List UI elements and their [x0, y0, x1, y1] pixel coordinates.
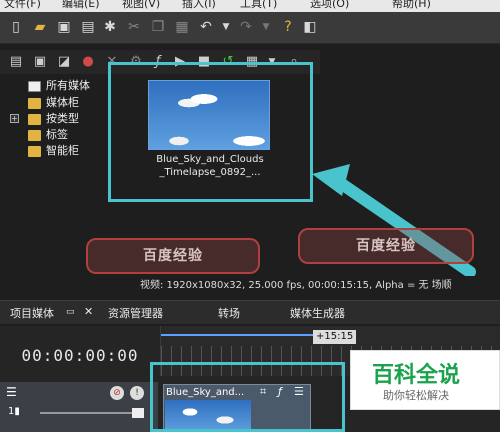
window-tabs: 项目媒体 ▭ ✕ 资源管理器 转场 媒体生成器 [0, 300, 500, 324]
open-folder-icon[interactable]: ▰ [32, 18, 48, 36]
badge-subtitle: 助你轻松解决 [383, 389, 449, 402]
save-icon[interactable]: ▣ [56, 18, 72, 36]
undo-dropdown-icon[interactable]: ▼ [218, 18, 234, 36]
capture-icon[interactable]: ▣ [32, 54, 48, 70]
watermark-pill: 百度经验 [298, 228, 474, 264]
clip-highlight-box [150, 362, 345, 432]
timecode-display: 00:00:00:00 [21, 346, 139, 365]
folder-icon [28, 98, 41, 109]
settings-gear-icon[interactable]: ✱ [102, 18, 118, 36]
baike-badge: 百科全说 助你轻松解决 [350, 350, 500, 410]
redo-dropdown-icon[interactable]: ▼ [258, 18, 274, 36]
media-status-line: 视频: 1920x1080x32, 25.000 fps, 00:00:15:1… [140, 276, 500, 292]
import-media-icon[interactable]: ▤ [8, 54, 24, 70]
main-toolbar: ▯ ▰ ▣ ▤ ✱ ✂ ❐ ▦ ↶ ▼ ↷ ▼ ? ◧ [0, 12, 500, 44]
tab-media-generators[interactable]: 媒体生成器 [290, 305, 345, 321]
folder-icon [28, 114, 41, 125]
media-thumbnail[interactable] [148, 80, 270, 150]
badge-title: 百科全说 [371, 363, 460, 388]
menu-help[interactable]: 帮助(H) [392, 0, 431, 11]
media-folder-icon [28, 81, 41, 92]
level-slider[interactable] [40, 412, 136, 414]
folder-icon [28, 130, 41, 141]
copy-icon[interactable]: ❐ [150, 18, 166, 36]
menu-edit[interactable]: 编辑(E) [62, 0, 100, 11]
properties-icon[interactable]: ▤ [80, 18, 96, 36]
tab-pin-icon[interactable]: ▭ [66, 307, 75, 317]
tree-item-label: 媒体柜 [46, 96, 79, 109]
tree-item-label: 所有媒体 [46, 79, 90, 92]
tab-project-media[interactable]: 项目媒体 [10, 305, 54, 321]
media-name-line2: _Timelapse_0892_... [159, 167, 261, 178]
paste-icon[interactable]: ▦ [174, 18, 190, 36]
solo-icon[interactable]: ! [130, 386, 144, 400]
redo-icon[interactable]: ↷ [238, 18, 254, 36]
watermark-pill: 百度经验 [86, 238, 260, 274]
menu-bar: 文件(F) 编辑(E) 视图(V) 插入(I) 工具(T) 选项(O) 帮助(H… [0, 0, 500, 12]
folder-icon [28, 146, 41, 157]
tree-item-label: 按类型 [46, 112, 79, 125]
ruler-marker: +15:15 [313, 330, 357, 344]
cut-icon[interactable]: ✂ [126, 18, 142, 36]
undo-icon[interactable]: ↶ [198, 18, 214, 36]
remove-unused-icon[interactable]: ● [80, 54, 96, 70]
new-file-icon[interactable]: ▯ [8, 18, 24, 36]
menu-file[interactable]: 文件(F) [4, 0, 41, 11]
tree-item-label: 标签 [46, 128, 68, 141]
slider-handle[interactable] [132, 408, 144, 418]
track-menu-icon[interactable]: ☰ [6, 386, 20, 398]
get-media-icon[interactable]: ◪ [56, 54, 72, 70]
menu-view[interactable]: 视图(V) [122, 0, 160, 11]
track-number-icon: 1▮ [8, 406, 20, 417]
tree-item-label: 智能柜 [46, 144, 79, 157]
whats-this-icon[interactable]: ◧ [302, 18, 318, 36]
tab-explorer[interactable]: 资源管理器 [108, 305, 163, 321]
close-icon[interactable]: ✕ [84, 305, 93, 318]
expand-icon[interactable]: + [10, 114, 19, 123]
menu-options[interactable]: 选项(O) [310, 0, 349, 11]
video-track-header: ☰ 1▮ ⊘ ! [0, 382, 158, 432]
mute-icon[interactable]: ⊘ [110, 386, 124, 400]
help-icon[interactable]: ? [280, 18, 296, 36]
tab-transitions[interactable]: 转场 [218, 305, 240, 321]
menu-tools[interactable]: 工具(T) [240, 0, 277, 11]
menu-insert[interactable]: 插入(I) [182, 0, 216, 11]
media-name-line1: Blue_Sky_and_Clouds [156, 154, 264, 165]
app-window: 文件(F) 编辑(E) 视图(V) 插入(I) 工具(T) 选项(O) 帮助(H… [0, 0, 500, 432]
